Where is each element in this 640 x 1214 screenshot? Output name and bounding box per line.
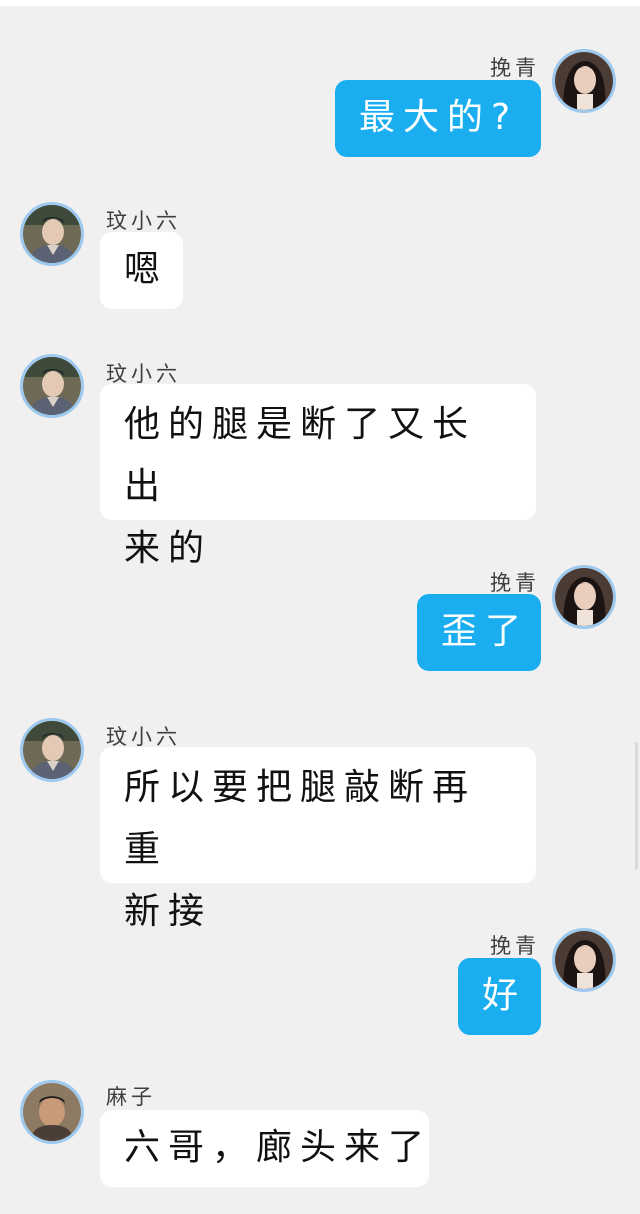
message-bubble[interactable]: 好	[458, 958, 541, 1035]
message-bubble[interactable]: 歪了	[417, 594, 541, 671]
sender-name: 挽青	[490, 56, 540, 80]
woman-portrait-avatar[interactable]	[552, 928, 616, 992]
woman-portrait-avatar[interactable]	[552, 49, 616, 113]
xiaoliu-portrait-avatar[interactable]	[20, 354, 84, 418]
xiaoliu-portrait-avatar[interactable]	[20, 202, 84, 266]
top-strip	[0, 0, 640, 6]
message-bubble[interactable]: 六哥，廊头来了	[100, 1110, 429, 1187]
message-bubble[interactable]: 他的腿是断了又长出 来的	[100, 384, 536, 569]
message-bubble[interactable]: 所以要把腿敲断再重 新接	[100, 747, 536, 932]
sender-name: 挽青	[490, 571, 540, 595]
sender-name: 麻子	[106, 1085, 156, 1109]
message-line: 他的腿是断了又长出	[124, 404, 477, 507]
sender-name: 挽青	[490, 934, 540, 958]
sender-name: 玟小六	[106, 209, 181, 233]
message-bubble[interactable]: 嗯	[100, 232, 183, 309]
message-bubble[interactable]: 最大的?	[335, 80, 541, 157]
woman-portrait-avatar[interactable]	[552, 565, 616, 629]
message-line: 所以要把腿敲断再重	[124, 767, 477, 870]
xiaoliu-portrait-avatar[interactable]	[20, 718, 84, 782]
mazi-portrait-avatar[interactable]	[20, 1080, 84, 1144]
scrollbar[interactable]	[635, 742, 638, 870]
